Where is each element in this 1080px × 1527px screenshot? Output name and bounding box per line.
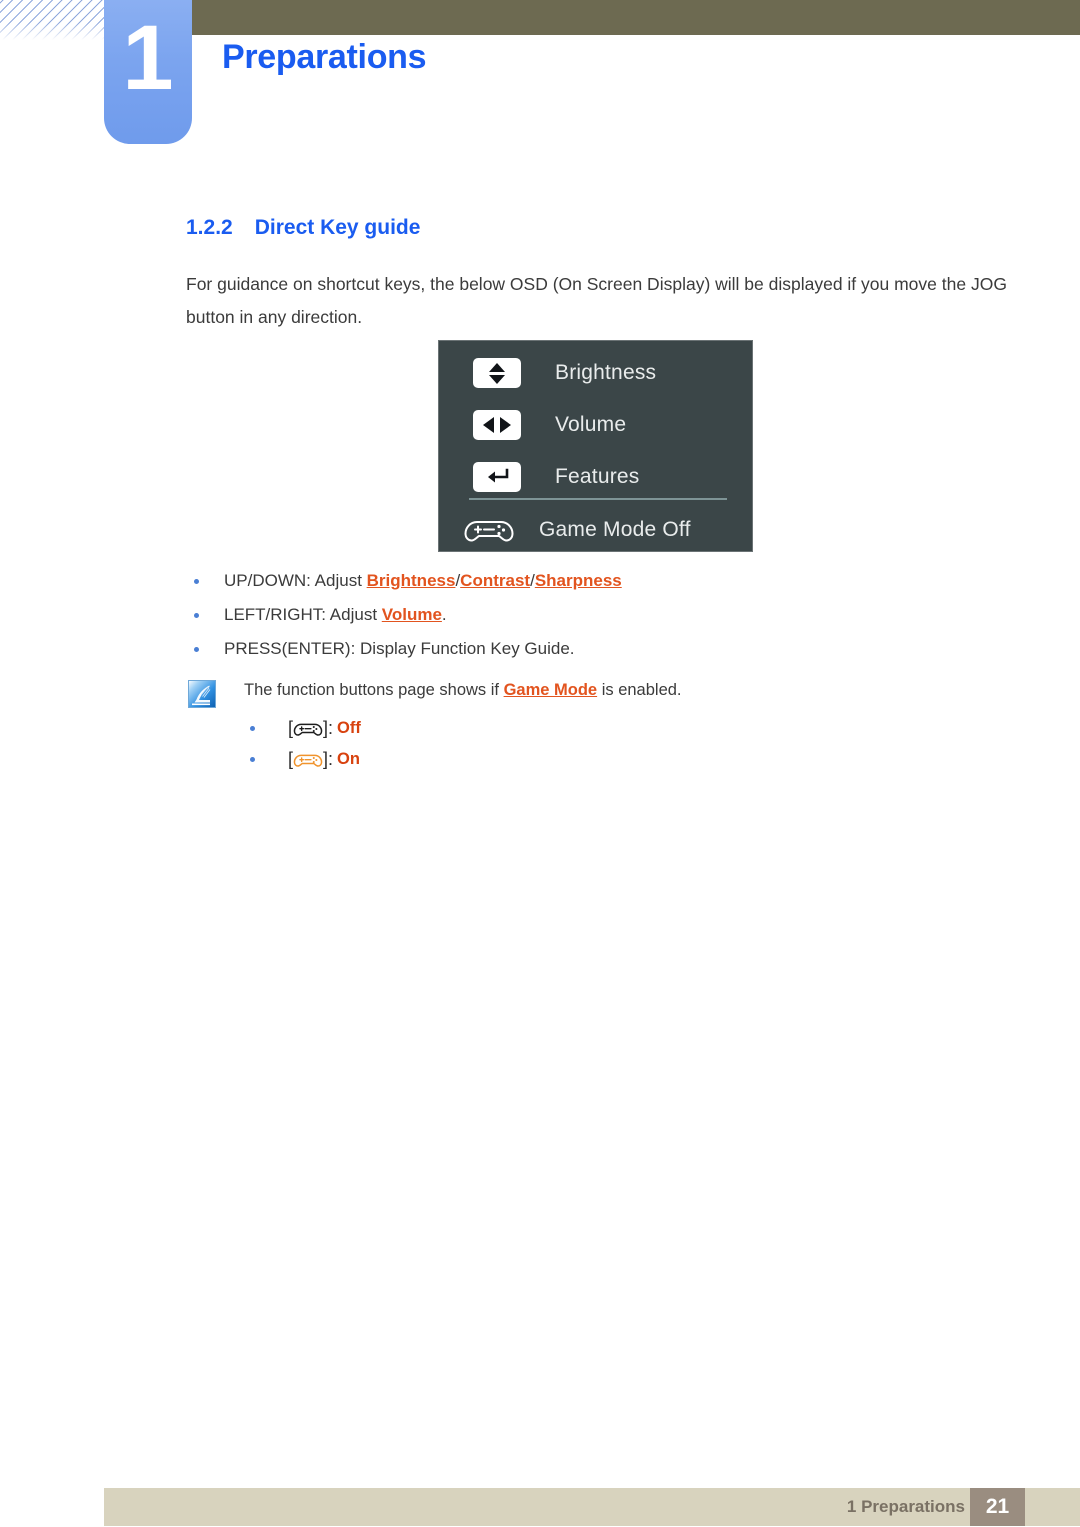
bracket-close: ]:: [323, 749, 334, 769]
chapter-number: 1: [122, 7, 174, 109]
chapter-tab: 1: [104, 0, 192, 144]
note-text-before: The function buttons page shows if: [244, 681, 504, 699]
bullet-item-up-down: UP/DOWN: Adjust Brightness/Contrast/Shar…: [186, 564, 1016, 598]
bullet-text-suffix: .: [441, 605, 447, 624]
note-subitem-game-mode-off: [ ]: Off: [244, 713, 361, 744]
game-mode-state-off: Off: [337, 719, 361, 737]
osd-row-game-mode: Game Mode Off: [439, 504, 752, 556]
section-title: Direct Key guide: [254, 216, 421, 239]
page-footer: 1 Preparations 21: [104, 1488, 1080, 1526]
note-text: The function buttons page shows if Game …: [244, 677, 682, 703]
bullet-text-prefix: LEFT/RIGHT: Adjust: [224, 605, 382, 624]
bracket-close: ]:: [323, 718, 334, 738]
osd-label-features: Features: [555, 465, 640, 488]
osd-divider: [469, 498, 727, 500]
gamepad-icon-orange: [293, 751, 323, 769]
header-olive-bar: [192, 0, 1080, 35]
osd-row-brightness: Brightness: [439, 347, 752, 399]
note-sublist: [ ]: Off []: On: [244, 713, 361, 775]
up-down-arrows-icon: [473, 358, 521, 388]
osd-label-volume: Volume: [555, 413, 627, 436]
highlight-contrast: Contrast: [460, 571, 531, 590]
osd-key-up-down: [439, 358, 555, 388]
intro-paragraph: For guidance on shortcut keys, the below…: [186, 274, 1007, 327]
footer-page-number: 21: [985, 1495, 1010, 1518]
highlight-game-mode: Game Mode: [503, 681, 598, 699]
page-header: 1 Preparations: [0, 0, 1080, 150]
game-mode-state-on: On: [337, 750, 360, 768]
bullet-item-press-enter: PRESS(ENTER): Display Function Key Guide…: [186, 632, 1016, 666]
osd-key-game-mode: [439, 515, 539, 545]
enter-return-arrow-icon: [473, 462, 521, 492]
diagonal-hatch-decoration-icon: [0, 0, 112, 40]
section-heading: 1.2.2 Direct Key guide: [186, 216, 420, 240]
osd-preview-panel: Brightness Volume Features Game Mode Off: [438, 340, 753, 552]
gamepad-icon-black: [293, 720, 323, 738]
shortcut-bullet-list: UP/DOWN: Adjust Brightness/Contrast/Shar…: [186, 564, 1016, 666]
osd-key-enter: [439, 462, 555, 492]
bullet-text-prefix: UP/DOWN: Adjust: [224, 571, 367, 590]
chapter-title: Preparations: [222, 38, 427, 76]
note-subitem-game-mode-on: [ ]: On: [244, 744, 361, 775]
osd-row-features: Features: [439, 451, 752, 503]
footer-chapter-label: 1 Preparations: [846, 1497, 965, 1516]
bullet-text-prefix: PRESS(ENTER): Display Function Key Guide…: [224, 639, 575, 658]
bullet-item-left-right: LEFT/RIGHT: Adjust Volume.: [186, 598, 1016, 632]
note-quill-icon: [188, 680, 216, 708]
gamepad-icon: [464, 521, 514, 542]
footer-page-box: 21: [970, 1488, 1025, 1526]
highlight-brightness: Brightness: [366, 571, 456, 590]
osd-label-game-mode: Game Mode Off: [539, 518, 691, 541]
note-text-after: is enabled.: [597, 681, 682, 699]
osd-row-volume: Volume: [439, 399, 752, 451]
highlight-volume: Volume: [381, 605, 442, 624]
highlight-sharpness: Sharpness: [534, 571, 622, 590]
section-number: 1.2.2: [186, 216, 233, 239]
osd-label-brightness: Brightness: [555, 361, 657, 384]
osd-key-left-right: [439, 410, 555, 440]
left-right-arrows-icon: [473, 410, 521, 440]
